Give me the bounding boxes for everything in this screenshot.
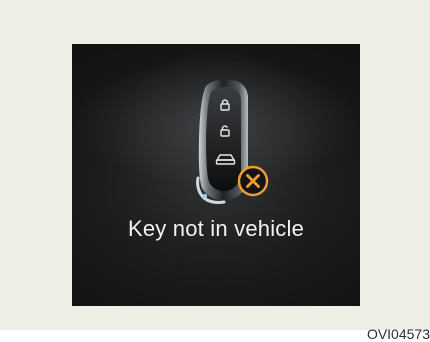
cluster-warning-display: Key not in vehicle bbox=[72, 44, 360, 306]
manual-figure-frame: Key not in vehicle bbox=[0, 0, 430, 330]
figure-code: OVI04573 bbox=[366, 326, 430, 342]
close-x-icon bbox=[237, 165, 269, 197]
status-message: Key not in vehicle bbox=[127, 216, 305, 241]
key-fob-graphic bbox=[184, 78, 284, 208]
